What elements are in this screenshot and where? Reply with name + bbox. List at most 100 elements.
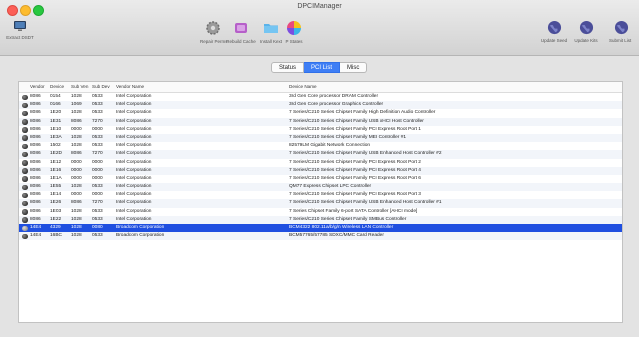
update-seed-button[interactable]: Update Seed	[540, 20, 568, 43]
table-row[interactable]: 14E4 4329 1028 0080 Broadcom Corporation BCM4…	[19, 224, 622, 233]
toolbar: DPCIManager Extract DSDT Repair Perms Re…	[0, 0, 639, 56]
table-row[interactable]: 8086 1E16 0000 0000 Intel Corporation 7 Serie…	[19, 166, 622, 175]
cell-device: 1E26	[50, 200, 62, 206]
cell-subdev: 0533	[92, 216, 103, 222]
cell-vname: Intel Corporation	[116, 126, 152, 132]
cell-vendor: 8086	[30, 159, 41, 165]
pci-table[interactable]: Vendor Device Sub Ven Sub Dev Vendor Nam…	[18, 81, 623, 323]
table-row[interactable]: 8086 1E1A 0000 0000 Intel Corporation 7 Serie…	[19, 175, 622, 183]
cell-subven: 8086	[71, 118, 82, 124]
table-row[interactable]: 8086 1E2D 8086 7270 Intel Corporation 7 Serie…	[19, 150, 622, 159]
column-header-sub-ven[interactable]: Sub Ven	[71, 82, 88, 92]
cell-vendor: 14E4	[30, 233, 42, 239]
color-wheel-icon	[287, 21, 301, 35]
cell-device: 1E55	[50, 184, 62, 190]
tab-pci-list[interactable]: PCI List	[304, 62, 341, 73]
cell-subdev: 0000	[92, 175, 103, 181]
table-row[interactable]: 14E4 16BC 1028 0533 Broadcom Corporation BCM5…	[19, 232, 622, 241]
device-status-icon	[22, 160, 28, 166]
cell-device: 1E10	[50, 126, 62, 132]
cell-subdev: 0533	[92, 233, 103, 239]
cell-vendor: 8086	[30, 192, 41, 198]
cell-vendor: 8086	[30, 184, 41, 190]
cell-subdev: 0533	[92, 184, 103, 190]
cell-vname: Intel Corporation	[116, 175, 152, 181]
cell-dname: 7 Series Chipset Family 6-port SATA Cont…	[289, 208, 418, 214]
cell-subdev: 7270	[92, 151, 103, 157]
cell-vname: Intel Corporation	[116, 184, 152, 190]
cell-vname: Intel Corporation	[116, 102, 152, 108]
extract-dsdt-button[interactable]: Extract DSDT	[5, 20, 35, 40]
submit-list-button[interactable]: Submit List	[605, 20, 639, 43]
column-header-device-name[interactable]: Device Name	[289, 82, 317, 92]
cell-dname: 7 Series/C210 Series Chipset Family PCI …	[289, 175, 421, 181]
cell-vname: Intel Corporation	[116, 192, 152, 198]
column-header-device[interactable]: Device	[50, 82, 64, 92]
cell-vname: Intel Corporation	[116, 143, 152, 149]
cell-subdev: 0533	[92, 208, 103, 214]
folder-icon	[264, 24, 278, 33]
device-status-icon	[22, 135, 28, 141]
cell-subdev: 0533	[92, 143, 103, 149]
tab-status[interactable]: Status	[271, 62, 305, 73]
table-row[interactable]: 8086 1E10 0000 0000 Intel Corporation 7 Serie…	[19, 126, 622, 134]
cell-device: 16BC	[50, 233, 62, 239]
table-row[interactable]: 8086 0166 1069 0533 Intel Corporation 3rd Gen…	[19, 101, 622, 110]
column-header-vendor[interactable]: Vendor	[30, 82, 45, 92]
cell-subdev: 0533	[92, 134, 103, 140]
cell-subdev: 7270	[92, 118, 103, 124]
cell-vendor: 8086	[30, 102, 41, 108]
globe-icon	[579, 20, 593, 35]
table-row[interactable]: 8086 1E14 0000 0000 Intel Corporation 7 Serie…	[19, 191, 622, 199]
column-header-vendor-name[interactable]: Vendor Name	[116, 82, 144, 92]
cell-dname: 7 Series/C210 Series Chipset Family USB …	[289, 118, 424, 124]
device-status-icon	[22, 176, 28, 182]
update-kits-button[interactable]: Update Kits	[572, 20, 600, 43]
p-states-button[interactable]: P States	[282, 20, 306, 44]
cell-vname: Intel Corporation	[116, 167, 152, 173]
cell-device: 1E16	[50, 167, 62, 173]
cell-vendor: 8086	[30, 126, 41, 132]
cell-subven: 8086	[71, 200, 82, 206]
install-kext-button[interactable]: Install Kext	[258, 20, 284, 44]
device-status-icon	[22, 200, 28, 207]
table-row[interactable]: 8086 1502 1028 0533 Intel Corporation 82579LM…	[19, 142, 622, 150]
table-row[interactable]: 8086 1E26 8086 7270 Intel Corporation 7 Serie…	[19, 199, 622, 208]
cell-subdev: 0000	[92, 159, 103, 165]
rebuild-cache-button[interactable]: Rebuild Cache	[226, 20, 256, 44]
cell-subven: 0000	[71, 175, 82, 181]
tab-bar: Status PCI List Misc	[271, 62, 368, 73]
cell-vendor: 8086	[30, 118, 41, 124]
device-status-icon	[22, 217, 28, 223]
device-status-icon	[22, 184, 28, 191]
tab-misc[interactable]: Misc	[340, 62, 368, 73]
window-title: DPCIManager	[297, 3, 342, 10]
table-row[interactable]: 8086 1E12 0000 0000 Intel Corporation 7 Serie…	[19, 159, 622, 167]
cell-subven: 1028	[71, 134, 82, 140]
cell-vendor: 8086	[30, 200, 41, 206]
globe-icon	[547, 20, 561, 35]
cell-subven: 0000	[71, 159, 82, 165]
repair-perms-button[interactable]: Repair Perms	[200, 20, 228, 44]
table-row[interactable]: 8086 1E3A 1028 0533 Intel Corporation 7 Serie…	[19, 133, 622, 143]
cell-vendor: 8086	[30, 175, 41, 181]
table-row[interactable]: 8086 1E31 8086 7270 Intel Corporation 7 Serie…	[19, 117, 622, 126]
cell-dname: BCM4322 802.11a/b/g/n Wireless LAN Contr…	[289, 225, 394, 230]
table-row[interactable]: 8086 1E55 1028 0533 Intel Corporation QM77 Ex…	[19, 183, 622, 192]
cell-subven: 1028	[71, 216, 82, 222]
cell-device: 1502	[50, 143, 61, 149]
table-row[interactable]: 8086 1E20 1028 0533 Intel Corporation 7 Serie…	[19, 109, 622, 117]
cell-subven: 1028	[71, 110, 82, 116]
cell-device: 1E2D	[50, 151, 62, 157]
cell-vname: Intel Corporation	[116, 94, 152, 99]
cell-dname: 3rd Gen Core processor DRAM Controller	[289, 94, 379, 99]
cell-subven: 1028	[71, 143, 82, 149]
table-row[interactable]: 8086 1E22 1028 0533 Intel Corporation 7 Serie…	[19, 215, 622, 224]
column-header-sub-dev[interactable]: Sub Dev	[92, 82, 110, 92]
cell-dname: 7 Series/C210 Series Chipset Family High…	[289, 110, 436, 116]
cell-vname: Intel Corporation	[116, 134, 152, 140]
cell-vendor: 8086	[30, 94, 41, 99]
table-row[interactable]: 8086 0154 1028 0533 Intel Corporation 3rd Gen…	[19, 93, 622, 101]
cell-dname: 7 Series/C210 Series Chipset Family MEI …	[289, 134, 407, 140]
table-row[interactable]: 8086 1E03 1028 0533 Intel Corporation 7 Serie…	[19, 208, 622, 216]
